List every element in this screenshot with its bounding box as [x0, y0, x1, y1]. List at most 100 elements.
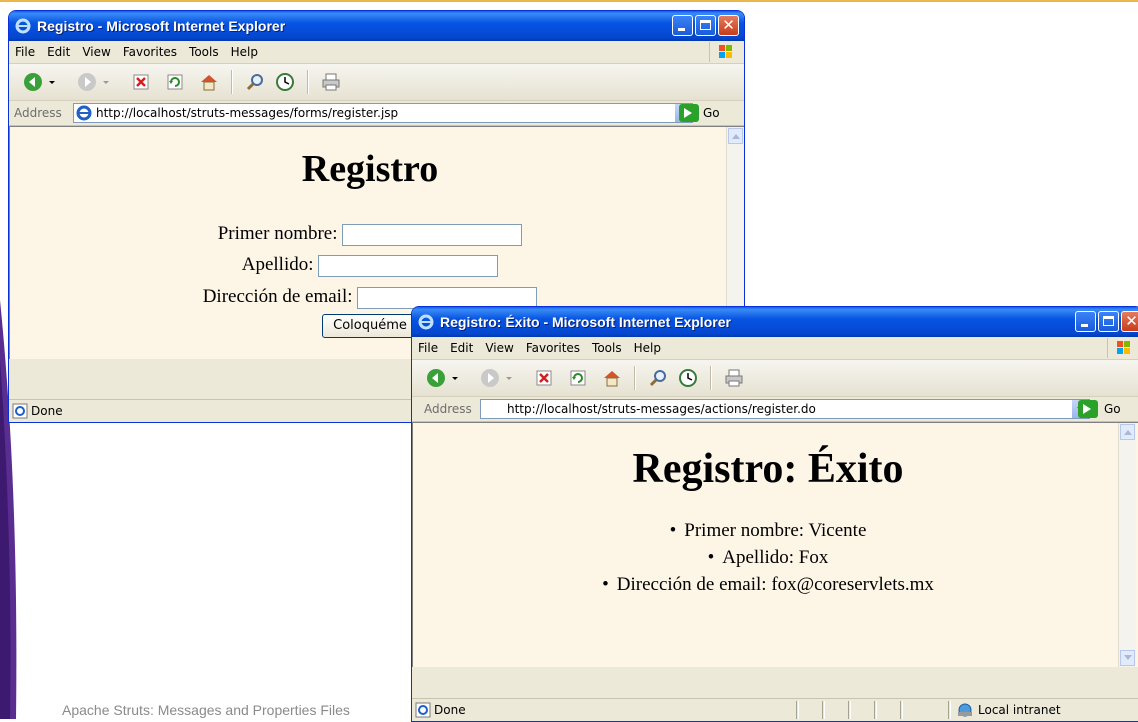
toolbar-separator [710, 366, 712, 390]
status-bar: Done Local intranet [412, 698, 1138, 721]
menu-bar: File Edit View Favorites Tools Help [412, 337, 1138, 360]
form-row-first-name: Primer nombre: [10, 223, 730, 246]
close-button[interactable]: ✕ [718, 15, 739, 36]
last-name-label: Apellido: [241, 254, 314, 275]
window-title: Registro: Éxito - Microsoft Internet Exp… [440, 314, 731, 330]
go-button[interactable] [679, 104, 699, 122]
maximize-icon [700, 20, 711, 30]
print-icon[interactable] [321, 72, 341, 92]
toolbar-separator [231, 70, 233, 94]
status-cell [796, 701, 799, 719]
back-dropdown-icon[interactable] [47, 72, 57, 92]
status-cell [874, 701, 877, 719]
print-icon[interactable] [724, 368, 744, 388]
list-item: Primer nombre: Vicente [413, 517, 1123, 544]
page-heading: Registro: Éxito [632, 446, 904, 492]
close-button[interactable]: ✕ [1121, 311, 1138, 332]
history-icon[interactable] [678, 368, 698, 388]
menu-edit[interactable]: Edit [41, 41, 76, 63]
scroll-up-icon[interactable] [1120, 424, 1135, 440]
result-list: Primer nombre: Vicente Apellido: Fox Dir… [413, 517, 1123, 598]
maximize-icon [1103, 316, 1114, 326]
url-text: http://localhost/struts-messages/forms/r… [96, 106, 399, 120]
status-text: Done [31, 404, 63, 418]
windows-logo-icon [1107, 338, 1138, 358]
menu-tools[interactable]: Tools [586, 337, 628, 359]
forward-dropdown-icon[interactable] [504, 368, 514, 388]
local-intranet-icon [958, 703, 972, 717]
go-label[interactable]: Go [1104, 402, 1121, 416]
form-row-last-name: Apellido: [10, 254, 730, 277]
minimize-button[interactable] [1075, 311, 1096, 332]
title-bar[interactable]: Registro: Éxito - Microsoft Internet Exp… [412, 307, 1138, 337]
menu-view[interactable]: View [479, 337, 519, 359]
back-icon[interactable] [426, 368, 446, 388]
go-button[interactable] [1078, 400, 1098, 418]
minimize-button[interactable] [672, 15, 693, 36]
address-field[interactable]: http://localhost/struts-messages/forms/r… [73, 103, 693, 123]
home-icon[interactable] [602, 368, 622, 388]
menu-file[interactable]: File [9, 41, 41, 63]
search-icon[interactable] [648, 368, 668, 388]
menu-view[interactable]: View [76, 41, 116, 63]
minimize-icon [678, 28, 685, 31]
ie-page-icon [415, 702, 431, 718]
toolbar-separator [634, 366, 636, 390]
menu-edit[interactable]: Edit [444, 337, 479, 359]
address-field[interactable]: http://localhost/struts-messages/actions… [480, 399, 1090, 419]
status-cell [848, 701, 851, 719]
maximize-button[interactable] [695, 15, 716, 36]
browser-window-register-success: Registro: Éxito - Microsoft Internet Exp… [411, 306, 1138, 722]
history-icon[interactable] [275, 72, 295, 92]
menu-tools[interactable]: Tools [183, 41, 225, 63]
forward-dropdown-icon[interactable] [101, 72, 111, 92]
page-content: Registro: Éxito Primer nombre: Vicente A… [412, 422, 1138, 667]
vertical-scrollbar[interactable] [1118, 423, 1136, 667]
title-bar[interactable]: Registro - Microsoft Internet Explorer ✕ [9, 11, 744, 41]
page-heading: Registro [301, 148, 439, 190]
status-text: Done [434, 703, 466, 717]
home-icon[interactable] [199, 72, 219, 92]
ie-page-icon [12, 403, 28, 419]
scroll-down-icon[interactable] [1120, 650, 1135, 666]
go-label[interactable]: Go [703, 106, 720, 120]
address-label: Address [424, 402, 472, 416]
submit-button[interactable]: Coloquéme [322, 313, 418, 338]
toolbar-separator [307, 70, 309, 94]
maximize-button[interactable] [1098, 311, 1119, 332]
close-icon: ✕ [722, 16, 735, 34]
forward-icon[interactable] [77, 72, 97, 92]
address-bar: Address http://localhost/struts-messages… [412, 397, 1138, 422]
ie-page-icon [76, 105, 92, 121]
refresh-icon[interactable] [568, 368, 588, 388]
menu-help[interactable]: Help [225, 41, 264, 63]
scroll-up-icon[interactable] [728, 128, 743, 144]
ie-logo-icon [15, 18, 31, 34]
menu-bar: File Edit View Favorites Tools Help [9, 41, 744, 64]
list-item: Apellido: Fox [413, 544, 1123, 571]
stop-icon[interactable] [534, 368, 554, 388]
slide-footer: Apache Struts: Messages and Properties F… [62, 702, 350, 718]
refresh-icon[interactable] [165, 72, 185, 92]
windows-logo-icon [709, 42, 740, 62]
ie-logo-icon [418, 314, 434, 330]
back-dropdown-icon[interactable] [450, 368, 460, 388]
status-cell [948, 701, 951, 719]
menu-favorites[interactable]: Favorites [117, 41, 183, 63]
back-icon[interactable] [23, 72, 43, 92]
minimize-icon [1081, 324, 1088, 327]
last-name-input[interactable] [318, 254, 499, 277]
stop-icon[interactable] [131, 72, 151, 92]
slide-top-line [0, 0, 1138, 2]
window-title: Registro - Microsoft Internet Explorer [37, 18, 286, 34]
email-label: Dirección de email: [202, 286, 353, 307]
status-cell [822, 701, 825, 719]
menu-file[interactable]: File [412, 337, 444, 359]
menu-favorites[interactable]: Favorites [520, 337, 586, 359]
standard-toolbar [9, 64, 744, 101]
forward-icon[interactable] [480, 368, 500, 388]
menu-help[interactable]: Help [628, 337, 667, 359]
first-name-input[interactable] [342, 223, 523, 246]
search-icon[interactable] [245, 72, 265, 92]
zone-text: Local intranet [978, 703, 1061, 717]
